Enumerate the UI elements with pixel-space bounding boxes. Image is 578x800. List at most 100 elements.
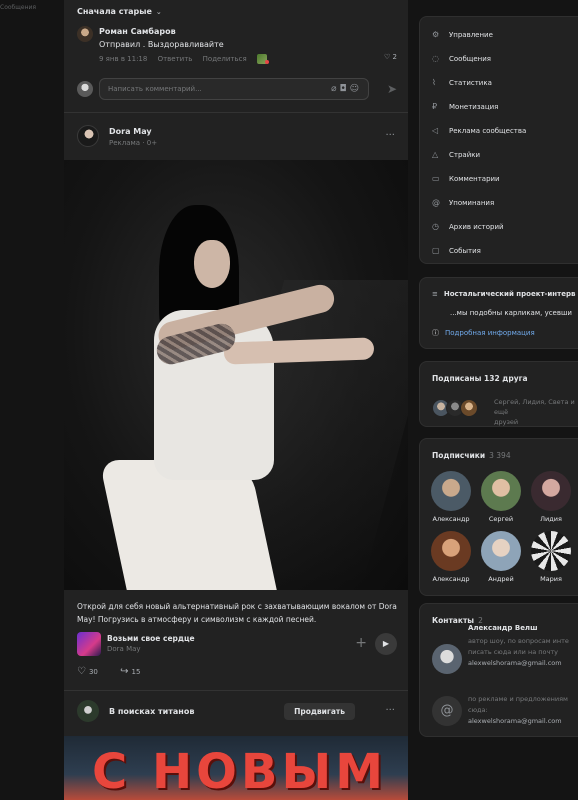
ad-post-image[interactable]: С НОВЫМ — [64, 736, 408, 800]
contact-email[interactable]: alexwelshorama@gmail.com — [468, 716, 562, 727]
subscribers-title[interactable]: Подписчики 3 394 — [432, 451, 511, 460]
history-icon: ◷ — [432, 222, 439, 231]
subscriber-name: Александр — [432, 575, 470, 583]
subscribers-title-text: Подписчики — [432, 451, 486, 460]
menu-item-label: Управление — [449, 31, 493, 39]
comment-author[interactable]: Роман Самбаров — [99, 27, 176, 36]
avatar — [460, 399, 478, 417]
menu-item-label: Реклама сообщества — [449, 127, 527, 135]
stats-icon: ⌇ — [432, 78, 436, 87]
menu-item-ads[interactable]: ◁ Реклама сообщества — [432, 126, 526, 135]
menu-item-manage[interactable]: ⚙ Управление — [432, 30, 493, 39]
menu-item-events[interactable]: ▢ События — [432, 246, 481, 255]
track-artist[interactable]: Dora May — [107, 645, 141, 653]
reply-button[interactable]: Ответить — [158, 55, 193, 63]
comment-input[interactable]: Написать комментарий... ⌀◘☺ — [99, 78, 369, 100]
send-icon[interactable]: ➤ — [387, 82, 397, 96]
avatar[interactable] — [77, 125, 99, 147]
contact-name[interactable]: Александр Велш — [468, 624, 538, 632]
menu-item-label: Страйки — [449, 151, 481, 159]
avatar[interactable] — [432, 644, 462, 674]
friends-card: Подписаны 132 друга Сергей, Лидия, Света… — [419, 361, 578, 427]
sort-label: Сначала старые — [77, 7, 152, 16]
contact-email[interactable]: alexwelshorama@gmail.com — [468, 658, 562, 669]
comment-text: Отправил . Выздоравливайте — [99, 40, 224, 49]
megaphone-icon: ◁ — [432, 126, 439, 135]
left-nav: Сообщения — [0, 0, 56, 800]
subscriber[interactable]: Лидия — [527, 471, 575, 523]
comment-text-body: Отправил . Выздоравливайте — [99, 40, 224, 49]
avatar — [77, 81, 93, 97]
more-icon[interactable]: ··· — [385, 130, 395, 141]
contact-desc: писать сюда или на почту — [468, 648, 558, 656]
subscriber-name: Мария — [540, 575, 562, 583]
share-icon: ↪ — [120, 666, 129, 677]
more-icon[interactable]: ··· — [385, 705, 395, 716]
menu-item-label: Архив историй — [449, 223, 504, 231]
comment-icon: ▭ — [432, 174, 440, 183]
avatar[interactable] — [77, 700, 99, 722]
more-info-link[interactable]: ⓘ Подробная информация — [432, 328, 535, 338]
promote-button[interactable]: Продвигать — [284, 703, 355, 720]
more-info-label: Подробная информация — [445, 329, 535, 337]
avatar — [431, 471, 471, 511]
menu-item-messages[interactable]: ◌ Сообщения — [432, 54, 491, 63]
subscriber[interactable]: Александр — [427, 471, 475, 523]
friends-title[interactable]: Подписаны 132 друга — [432, 374, 528, 383]
about-title-text: Ностальгический проект-интерв — [443, 290, 576, 298]
comment-composer: Написать комментарий... ⌀◘☺ ➤ — [77, 78, 397, 100]
post-subtitle: Реклама · 0+ — [109, 139, 158, 147]
composer-icons: ⌀◘☺ — [331, 84, 362, 94]
like-button[interactable]: ♡ 30 — [77, 666, 108, 677]
audio-track[interactable]: Возьми свое сердце Dora May + ▶ — [77, 632, 397, 658]
play-icon[interactable]: ▶ — [375, 633, 397, 655]
post-image[interactable] — [64, 160, 408, 590]
add-icon[interactable]: + — [355, 635, 367, 651]
menu-item-label: События — [449, 247, 481, 255]
friend-avatars[interactable] — [432, 399, 478, 419]
contact-desc: автор шоу, по вопросам инте — [468, 637, 569, 645]
contact-desc: по рекламе и предложениям — [468, 695, 568, 703]
friends-names: Сергей, Лидия, Света и ещё друзей — [494, 397, 578, 427]
at-icon: @ — [432, 696, 462, 726]
events-icon: ▢ — [432, 246, 440, 255]
divider — [64, 690, 408, 691]
post-actions: ♡ 30 ↪ 15 — [77, 666, 160, 677]
left-nav-label[interactable]: Сообщения — [0, 4, 36, 11]
comment-placeholder: Написать комментарий... — [108, 85, 202, 93]
share-button[interactable]: ↪ 15 — [120, 666, 150, 677]
menu-item-mentions[interactable]: @ Упоминания — [432, 198, 494, 207]
post-header: Dora May Реклама · 0+ ··· — [77, 125, 397, 151]
comment-like-button[interactable]: ♡ 2 — [384, 53, 397, 61]
menu-item-strikes[interactable]: △ Страйки — [432, 150, 480, 159]
menu-item-monetization[interactable]: ₽ Монетизация — [432, 102, 498, 111]
ad-post-author[interactable]: В поисках титанов — [109, 707, 194, 716]
subscriber[interactable]: Сергей — [477, 471, 525, 523]
at-icon: @ — [432, 198, 440, 207]
menu-item-stats[interactable]: ⌇ Статистика — [432, 78, 492, 87]
sort-dropdown[interactable]: Сначала старые ⌄ — [77, 7, 162, 16]
menu-item-comments[interactable]: ▭ Комментарии — [432, 174, 500, 183]
divider — [64, 112, 408, 113]
menu-item-label: Упоминания — [449, 199, 495, 207]
avatar[interactable] — [77, 26, 93, 42]
track-title[interactable]: Возьми свое сердце — [107, 634, 195, 643]
menu-item-label: Сообщения — [449, 55, 492, 63]
subscribers-count: 3 394 — [489, 451, 511, 460]
like-count: 30 — [88, 668, 98, 676]
feed: Сначала старые ⌄ Роман Самбаров Отправил … — [64, 0, 408, 800]
post-text: Открой для себя новый альтернативный рок… — [77, 602, 397, 624]
message-icon: ◌ — [432, 54, 439, 63]
subscriber[interactable]: Александр — [427, 531, 475, 583]
emoji-icon[interactable]: ☺ — [350, 84, 362, 94]
about-text: ...мы подобны карликам, усевши — [450, 309, 572, 317]
banner-text: С НОВЫМ — [92, 744, 387, 800]
subscriber[interactable]: Мария — [527, 531, 575, 583]
track-cover — [77, 632, 101, 656]
menu-item-history[interactable]: ◷ Архив историй — [432, 222, 504, 231]
camera-icon[interactable]: ◘ — [339, 84, 349, 94]
post-author[interactable]: Dora May — [109, 127, 152, 136]
share-button[interactable]: Поделиться — [203, 55, 247, 63]
subscriber[interactable]: Андрей — [477, 531, 525, 583]
comment-time[interactable]: 9 янв в 11:18 — [99, 55, 147, 63]
